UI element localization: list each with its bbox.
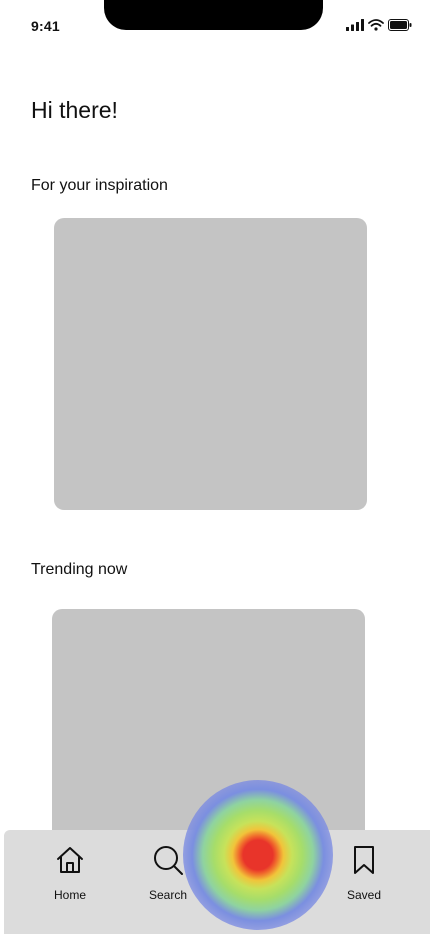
status-bar: 9:41 xyxy=(0,0,430,44)
tab-home[interactable]: Home xyxy=(30,830,110,920)
section-title-inspiration: For your inspiration xyxy=(31,177,168,194)
tab-saved-label: Saved xyxy=(346,888,382,902)
recipes-icon xyxy=(246,844,278,876)
tab-recipes-label: Recipes xyxy=(240,888,284,902)
bottom-tab-bar: Home Search Recipes Saved xyxy=(4,830,430,934)
device-notch xyxy=(104,0,323,30)
home-icon xyxy=(54,844,86,876)
tab-home-label: Home xyxy=(53,888,86,902)
greeting-title: Hi there! xyxy=(31,97,118,123)
tab-search[interactable]: Search xyxy=(128,830,208,920)
battery-icon xyxy=(388,19,412,31)
wifi-icon xyxy=(368,19,384,31)
search-icon xyxy=(152,844,184,876)
status-time: 9:41 xyxy=(31,18,60,34)
signal-icon xyxy=(346,19,364,31)
inspiration-card[interactable] xyxy=(54,218,367,510)
status-icons xyxy=(346,19,412,31)
tab-search-label: Search xyxy=(148,888,188,902)
bookmark-icon xyxy=(348,844,380,876)
section-title-trending: Trending now xyxy=(31,561,128,578)
tab-recipes[interactable]: Recipes xyxy=(222,830,302,920)
tab-saved[interactable]: Saved xyxy=(324,830,404,920)
